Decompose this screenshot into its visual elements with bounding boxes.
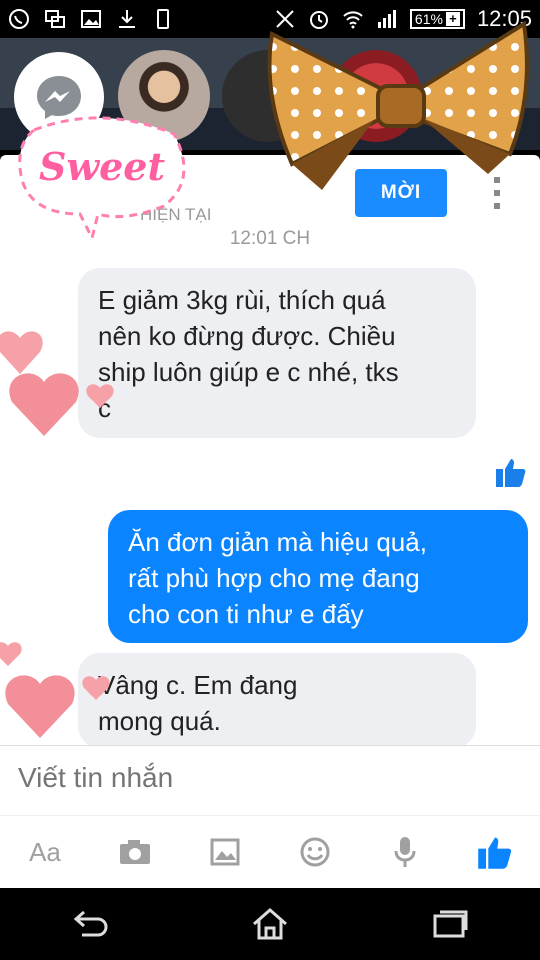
incoming-message[interactable]: Vâng c. Em đang mong quá. [78,653,476,748]
compose-toolbar: Aa [0,815,540,888]
sweet-sticker: Sweet [14,110,190,243]
microphone-icon[interactable] [382,829,428,875]
recent-apps-icon[interactable] [426,900,474,948]
download-icon [116,8,138,30]
emoji-icon[interactable] [292,829,338,875]
android-nav-bar [0,888,540,960]
home-icon[interactable] [246,900,294,948]
phone-icon [152,8,174,30]
screen-share-icon [44,8,66,30]
image-icon [80,8,102,30]
viber-icon [8,8,30,30]
message-input[interactable] [18,762,498,794]
hearts-decoration [0,640,110,750]
back-icon[interactable] [66,900,114,948]
like-icon[interactable] [472,829,518,875]
gallery-icon[interactable] [202,829,248,875]
text-format-icon[interactable]: Aa [22,829,68,875]
camera-icon[interactable] [112,829,158,875]
hearts-decoration [0,318,120,438]
incoming-message[interactable]: E giảm 3kg rùi, thích quá nên ko đừng đư… [78,268,476,438]
compose-area [0,745,540,813]
like-reaction-icon [494,455,528,489]
chat-window: HIỆN TẠI MỜI 12:01 CH E giảm 3kg rùi, th… [0,155,540,888]
bow-sticker [262,14,532,192]
outgoing-message[interactable]: Ăn đơn giản mà hiệu quả, rất phù hợp cho… [108,510,528,643]
sticker-text: Sweet [38,144,166,189]
